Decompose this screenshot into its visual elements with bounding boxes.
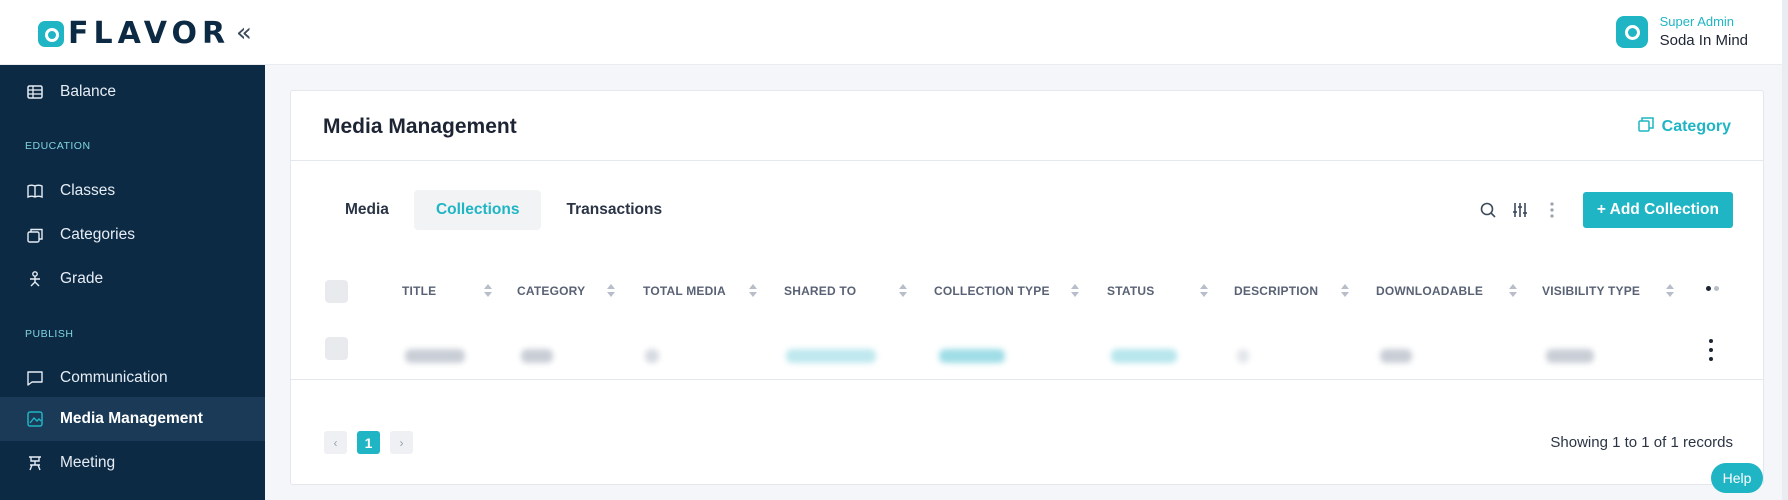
category-icon bbox=[1637, 116, 1654, 137]
pagination-page-1[interactable]: 1 bbox=[357, 431, 380, 454]
filter-sliders-icon[interactable] bbox=[1509, 199, 1531, 221]
brand-logo[interactable]: FLAVOR bbox=[38, 16, 230, 51]
pagination-prev-button[interactable]: ‹ bbox=[324, 431, 347, 454]
grade-icon bbox=[26, 270, 44, 288]
search-icon[interactable] bbox=[1477, 199, 1499, 221]
page-title: Media Management bbox=[323, 115, 517, 138]
sidebar-item-label: Classes bbox=[60, 182, 116, 199]
sidebar-item-label: Balance bbox=[60, 83, 117, 100]
tab-media[interactable]: Media bbox=[323, 190, 411, 230]
cell-visibility-blurred bbox=[1546, 349, 1594, 363]
column-category[interactable]: CATEGORY bbox=[517, 271, 585, 311]
more-vertical-icon[interactable] bbox=[1541, 199, 1563, 221]
sidebar-item-label: Categories bbox=[60, 226, 135, 243]
category-link-label: Category bbox=[1661, 117, 1731, 135]
pagination: ‹ 1 › bbox=[324, 431, 423, 454]
row-checkbox[interactable] bbox=[325, 337, 348, 360]
column-collection-type[interactable]: COLLECTION TYPE bbox=[934, 271, 1050, 311]
toolbar: + Add Collection bbox=[1477, 192, 1733, 228]
sort-icon[interactable] bbox=[1341, 284, 1349, 298]
sidebar-section-education: EDUCATION bbox=[25, 140, 91, 152]
sidebar-item-media-management[interactable]: Media Management bbox=[0, 397, 265, 441]
select-all-checkbox[interactable] bbox=[325, 280, 348, 303]
help-button[interactable]: Help bbox=[1711, 463, 1763, 493]
sidebar-item-balance[interactable]: Balance bbox=[0, 70, 265, 114]
top-header: FLAVOR « Super Admin Soda In Mind bbox=[0, 0, 1788, 65]
sidebar-item-classes[interactable]: Classes bbox=[0, 169, 265, 213]
sort-icon[interactable] bbox=[749, 284, 757, 298]
cell-category-blurred bbox=[521, 349, 553, 363]
collapse-sidebar-icon[interactable]: « bbox=[236, 18, 252, 48]
user-name: Soda In Mind bbox=[1659, 32, 1748, 49]
cell-collection-type-blurred bbox=[939, 349, 1005, 363]
column-status[interactable]: STATUS bbox=[1107, 271, 1154, 311]
page-scrollbar[interactable] bbox=[1782, 0, 1788, 500]
sidebar-item-label: Media Management bbox=[60, 410, 203, 427]
pagination-next-button[interactable]: › bbox=[390, 431, 413, 454]
sidebar-item-grade[interactable]: Grade bbox=[0, 257, 265, 301]
table-header: TITLE CATEGORY TOTAL MEDIA SHARED TO COL… bbox=[291, 271, 1763, 311]
sidebar-section-publish: PUBLISH bbox=[25, 328, 74, 340]
media-icon bbox=[26, 410, 44, 428]
cell-total-media-blurred bbox=[645, 349, 659, 363]
balance-icon bbox=[26, 83, 44, 101]
sort-icon[interactable] bbox=[1666, 284, 1674, 298]
tab-transactions[interactable]: Transactions bbox=[544, 190, 684, 230]
cell-title-blurred bbox=[405, 349, 465, 363]
cell-description-blurred bbox=[1237, 349, 1249, 363]
meeting-icon bbox=[26, 454, 44, 472]
category-button[interactable]: Category bbox=[1637, 116, 1731, 137]
sidebar-item-label: Grade bbox=[60, 270, 104, 287]
sidebar-item-label: Meeting bbox=[60, 454, 116, 471]
categories-icon bbox=[26, 226, 44, 244]
column-settings-icon[interactable] bbox=[1706, 286, 1722, 291]
sort-icon[interactable] bbox=[484, 284, 492, 298]
row-actions-icon[interactable] bbox=[1706, 339, 1716, 361]
brand-name: FLAVOR bbox=[68, 16, 231, 51]
add-collection-button[interactable]: + Add Collection bbox=[1582, 192, 1733, 228]
sort-icon[interactable] bbox=[1509, 284, 1517, 298]
column-total-media[interactable]: TOTAL MEDIA bbox=[643, 271, 726, 311]
cell-downloadable-blurred bbox=[1380, 349, 1412, 363]
records-count: Showing 1 to 1 of 1 records bbox=[1550, 434, 1733, 451]
sort-icon[interactable] bbox=[607, 284, 615, 298]
column-downloadable[interactable]: DOWNLOADABLE bbox=[1376, 271, 1483, 311]
cell-status-blurred bbox=[1111, 349, 1177, 363]
book-icon bbox=[26, 182, 44, 200]
sidebar: Balance EDUCATION Classes Categories Gra… bbox=[0, 65, 265, 500]
user-profile[interactable]: Super Admin Soda In Mind bbox=[1615, 14, 1748, 49]
logo-icon bbox=[38, 20, 64, 47]
sort-icon[interactable] bbox=[899, 284, 907, 298]
sort-icon[interactable] bbox=[1071, 284, 1079, 298]
tabs: Media Collections Transactions bbox=[323, 190, 687, 230]
sidebar-item-meeting[interactable]: Meeting bbox=[0, 441, 265, 485]
card-header: Media Management Category bbox=[291, 91, 1763, 161]
column-title[interactable]: TITLE bbox=[402, 271, 436, 311]
sidebar-item-label: Communication bbox=[60, 369, 168, 386]
table-row[interactable] bbox=[291, 335, 1763, 380]
column-description[interactable]: DESCRIPTION bbox=[1234, 271, 1318, 311]
sidebar-item-categories[interactable]: Categories bbox=[0, 213, 265, 257]
tab-collections[interactable]: Collections bbox=[413, 190, 542, 230]
sidebar-item-communication[interactable]: Communication bbox=[0, 356, 265, 400]
column-shared-to[interactable]: SHARED TO bbox=[784, 271, 856, 311]
column-visibility-type[interactable]: VISIBILITY TYPE bbox=[1542, 271, 1640, 311]
media-management-card: Media Management Category Media Collecti… bbox=[290, 90, 1764, 485]
chat-icon bbox=[26, 369, 44, 387]
cell-shared-to-blurred bbox=[786, 349, 876, 363]
avatar bbox=[1615, 15, 1648, 48]
user-role: Super Admin bbox=[1659, 14, 1735, 29]
sort-icon[interactable] bbox=[1200, 284, 1208, 298]
